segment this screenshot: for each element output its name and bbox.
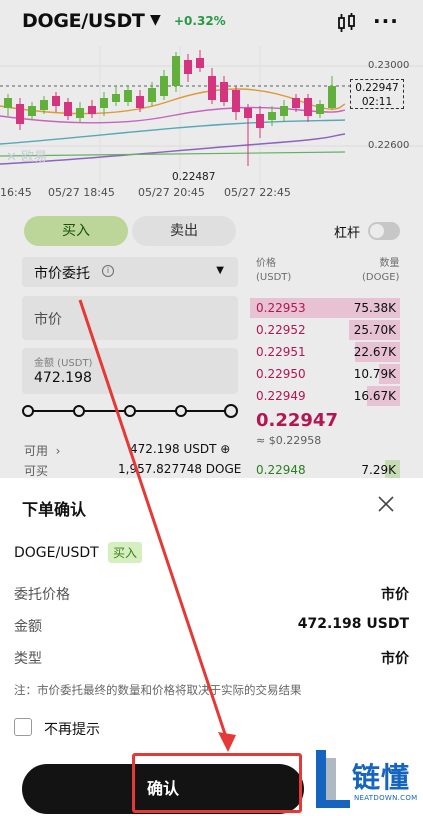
side-badge: 买入 [108, 542, 143, 563]
dont-show-label[interactable]: 不再提示 [44, 719, 100, 739]
row-order-price-value: 市价 [381, 587, 409, 603]
row-type-label: 类型 [14, 651, 42, 667]
row-amount-value: 472.198 USDT [297, 616, 409, 632]
modal-backdrop[interactable] [0, 0, 423, 478]
row-amount-label: 金额 [14, 619, 42, 635]
sheet-pair: DOGE/USDT [14, 545, 99, 561]
row-type-value: 市价 [381, 651, 409, 667]
brand-logo-text: 链懂 [352, 761, 411, 794]
highlight-box [132, 753, 302, 813]
sheet-title: 下单确认 [22, 500, 87, 519]
row-order-price-label: 委托价格 [14, 587, 70, 603]
brand-logo-icon [316, 750, 350, 808]
dont-show-checkbox[interactable] [14, 718, 32, 736]
brand-logo-domain: NEATDOWN.COM [354, 794, 418, 802]
close-icon[interactable] [374, 492, 398, 516]
market-order-note: 注：市价委托最终的数量和价格将取决于实际的交易结果 [14, 683, 302, 697]
